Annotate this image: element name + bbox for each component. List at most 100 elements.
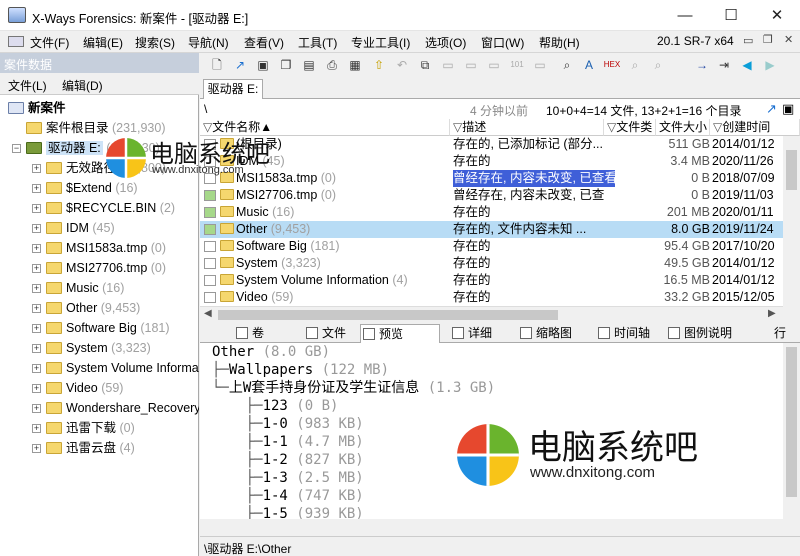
preview-hscroll[interactable] — [200, 519, 800, 536]
expand-icon[interactable]: + — [32, 344, 41, 353]
tree-item[interactable]: − 驱动器 E: (231,930) — [12, 138, 160, 158]
write-icon[interactable]: ▭ — [485, 56, 503, 74]
expand-icon[interactable]: + — [32, 284, 41, 293]
vscroll-thumb[interactable] — [786, 150, 797, 190]
row-checkbox[interactable] — [204, 292, 216, 303]
save-icon[interactable]: ▣ — [254, 56, 272, 74]
row-checkbox[interactable] — [204, 241, 216, 252]
menu-edit[interactable]: 编辑(E) — [83, 34, 123, 51]
expand-icon[interactable]: + — [32, 324, 41, 333]
close-child-icon[interactable]: ✕ — [784, 33, 793, 46]
table-row[interactable]: MSI1583a.tmp (0) 曾经存在, 内容未改变, 已查看 0 B 2018/… — [200, 170, 800, 187]
expand-icon[interactable]: + — [32, 424, 41, 433]
tree-item[interactable]: + 迅雷云盘 (4) — [32, 438, 135, 458]
tree-item[interactable]: + $RECYCLE.BIN (2) — [32, 198, 175, 218]
properties-icon[interactable]: ▦ — [346, 56, 364, 74]
paste-icon[interactable]: ▭ — [439, 56, 457, 74]
menu-pro-tools[interactable]: 专业工具(I) — [351, 34, 410, 51]
menu-view[interactable]: 查看(V) — [244, 34, 284, 51]
disk-icon-2[interactable]: ▤ — [300, 56, 318, 74]
goto-sector-icon[interactable]: ⇥ — [715, 56, 733, 74]
tab-line[interactable]: 行 — [756, 324, 786, 343]
save-list-icon[interactable]: ▣ — [782, 101, 794, 117]
tab-timeline[interactable]: 时间轴 — [596, 324, 650, 343]
undo-icon[interactable]: ↶ — [393, 56, 411, 74]
paste-special-icon[interactable]: ▭ — [462, 56, 480, 74]
tree-item[interactable]: + Music (16) — [32, 278, 124, 298]
expand-icon[interactable]: + — [32, 384, 41, 393]
close-button[interactable]: ✕ — [754, 0, 800, 31]
file-list-vscroll[interactable] — [783, 136, 800, 323]
fill-icon[interactable]: ▭ — [531, 56, 549, 74]
table-row[interactable]: Other (9,453) 存在的, 文件内容未知 ... 8.0 GB 2019/1… — [200, 221, 800, 238]
preview-scroll-thumb[interactable] — [786, 347, 797, 497]
menu-navigate[interactable]: 导航(N) — [188, 34, 229, 51]
forward-icon[interactable]: ▶ — [761, 56, 779, 74]
tab-thumbnails[interactable]: 缩略图 — [518, 324, 572, 343]
column-header-created[interactable]: ▽创建时间 — [710, 119, 800, 136]
table-row[interactable]: (根目录) 存在的, 已添加标记 (部分... 511 GB 2014/01/12 — [200, 136, 800, 153]
menu-window[interactable]: 窗口(W) — [481, 34, 524, 51]
tree-item[interactable]: + $Extend (16) — [32, 178, 138, 198]
expand-icon[interactable]: + — [32, 364, 41, 373]
expand-icon[interactable]: + — [32, 404, 41, 413]
menu-tools[interactable]: 工具(T) — [298, 34, 337, 51]
expand-icon[interactable]: + — [32, 224, 41, 233]
filter-icon[interactable]: ▽ — [607, 120, 616, 134]
tree-item[interactable]: + 无效路径 (81,800) — [32, 158, 166, 178]
upload-icon[interactable]: ⇧ — [370, 56, 388, 74]
row-checkbox[interactable] — [204, 258, 216, 269]
row-checkbox[interactable] — [204, 224, 216, 235]
tab-legend[interactable]: 图例说明 — [666, 324, 732, 343]
expand-icon[interactable]: + — [32, 184, 41, 193]
open-icon[interactable]: ↗ — [231, 56, 249, 74]
column-header-name[interactable]: ▽文件名称▲ — [200, 119, 450, 136]
copy-block-icon[interactable]: ⧉ — [416, 56, 434, 74]
collapse-icon[interactable]: − — [12, 144, 21, 153]
menu-help[interactable]: 帮助(H) — [539, 34, 580, 51]
row-checkbox[interactable] — [204, 275, 216, 286]
menu-search[interactable]: 搜索(S) — [135, 34, 175, 51]
table-row[interactable]: Software Big (181) 存在的 95.4 GB 2017/10/20 — [200, 238, 800, 255]
column-header-type[interactable]: ▽文件类 — [604, 119, 656, 136]
expand-icon[interactable]: + — [32, 164, 41, 173]
filter-icon[interactable]: ▽ — [713, 120, 722, 134]
tree-item[interactable]: 案件根目录 (231,930) — [26, 118, 166, 138]
table-row[interactable]: Music (16) 存在的 201 MB 2020/01/11 — [200, 204, 800, 221]
expand-icon[interactable]: + — [32, 264, 41, 273]
hscroll-thumb[interactable] — [218, 310, 558, 320]
scroll-left-icon[interactable]: ◀ — [204, 308, 212, 319]
table-row[interactable]: IDM (45) 存在的 3.4 MB 2020/11/26 — [200, 153, 800, 170]
row-checkbox[interactable] — [204, 207, 216, 218]
tab-details[interactable]: 详细 — [450, 324, 492, 343]
print-icon[interactable]: ⎙ — [323, 56, 341, 74]
goto-offset-icon[interactable]: → — [693, 56, 711, 74]
table-row[interactable]: System Volume Information (4) 存在的 16.5 MB 2… — [200, 272, 800, 289]
scroll-right-icon[interactable]: ▶ — [768, 308, 776, 319]
tree-item[interactable]: + System (3,323) — [32, 338, 151, 358]
open-folder-icon[interactable]: ↗ — [766, 101, 777, 117]
expand-icon[interactable]: + — [32, 204, 41, 213]
expand-icon[interactable]: + — [32, 244, 41, 253]
back-icon[interactable]: ◀ — [738, 56, 756, 74]
tab-volume[interactable]: 卷 — [234, 324, 264, 343]
case-menu-file[interactable]: 文件(L) — [8, 77, 47, 94]
row-checkbox[interactable] — [204, 156, 216, 167]
find-again-icon[interactable]: ⌕ — [626, 56, 644, 74]
tree-item[interactable]: + MSI1583a.tmp (0) — [32, 238, 166, 258]
tree-item[interactable]: +System Volume Information (4) — [32, 358, 199, 378]
tab-preview[interactable]: 预览 — [360, 324, 440, 343]
binary-icon[interactable]: 101 — [508, 56, 526, 74]
menu-file[interactable]: 文件(F) — [30, 34, 69, 51]
expand-icon[interactable]: + — [32, 304, 41, 313]
tree-item[interactable]: + MSI27706.tmp (0) — [32, 258, 166, 278]
filter-icon[interactable]: ▽ — [453, 120, 462, 134]
file-list-hscroll[interactable]: ◀ ▶ — [200, 306, 783, 323]
tree-item[interactable]: + Wondershare_Recovery — [32, 398, 199, 418]
table-row[interactable]: Video (59) 存在的 33.2 GB 2015/12/05 — [200, 289, 800, 306]
row-checkbox[interactable] — [204, 139, 216, 150]
tree-item[interactable]: + Video (59) — [32, 378, 123, 398]
restore-icon[interactable]: ❐ — [763, 33, 773, 46]
tree-item[interactable]: + Other (9,453) — [32, 298, 140, 318]
restore-child-icon[interactable]: ▭ — [743, 34, 753, 47]
